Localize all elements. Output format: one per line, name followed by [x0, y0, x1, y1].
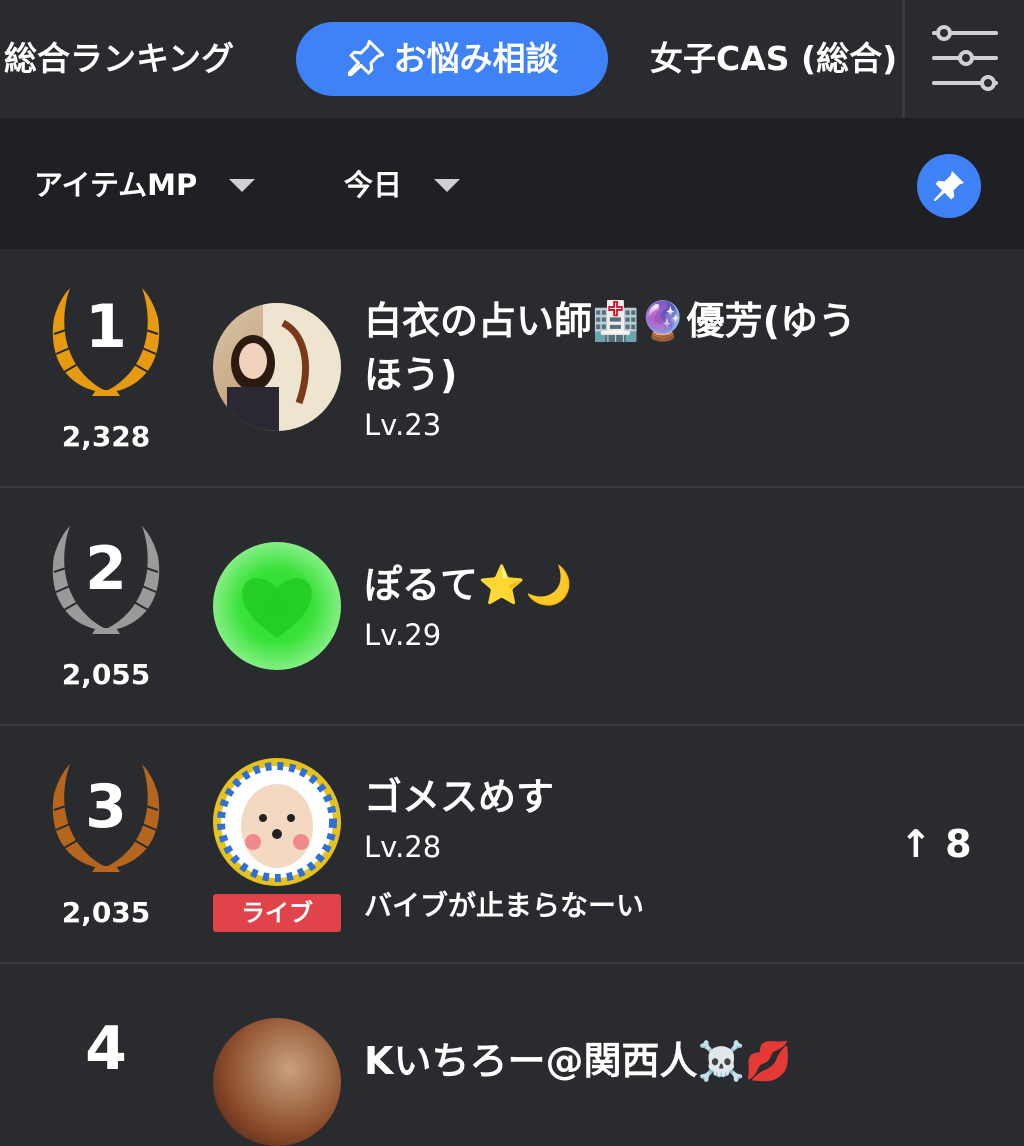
rank-points: 2,328: [61, 420, 151, 453]
metric-dropdown[interactable]: アイテムMP: [34, 121, 256, 249]
user-level: Lv.29: [364, 618, 442, 652]
ranking-row[interactable]: 2 2,055 ぽるて⭐🌙 Lv.29: [0, 488, 1024, 726]
metric-dropdown-label: アイテムMP: [34, 168, 198, 202]
user-name[interactable]: 白衣の占い師🏥🔮優芳(ゆうほう): [364, 294, 884, 402]
rank-number: 2: [85, 534, 127, 604]
ranking-row[interactable]: 4 Kいちろー@関西人☠️💋: [0, 964, 1024, 1146]
avatar[interactable]: [213, 542, 341, 670]
caret-down-icon: [229, 178, 256, 192]
caret-down-icon: [434, 178, 461, 192]
rank-points: 2,035: [61, 896, 151, 929]
live-badge[interactable]: ライブ: [213, 894, 341, 932]
user-name[interactable]: ぽるて⭐🌙: [364, 558, 884, 612]
pin-button[interactable]: [917, 154, 981, 218]
ranking-tab-bar: 総合ランキング お悩み相談 女子CAS (総合): [0, 0, 1024, 121]
period-dropdown-label: 今日: [344, 168, 403, 202]
pin-icon: [347, 39, 384, 76]
ranking-row[interactable]: 1 2,328 白衣の占い師🏥🔮優芳(ゆうほう) Lv.23: [0, 250, 1024, 488]
tab-girls-cas[interactable]: 女子CAS (総合): [650, 22, 897, 96]
period-dropdown[interactable]: 今日: [344, 121, 461, 249]
user-level: Lv.23: [364, 408, 442, 442]
avatar[interactable]: [213, 758, 341, 886]
rank-number: 4: [85, 1014, 127, 1084]
user-comment: バイブが止まらなーい: [364, 889, 645, 922]
avatar-photo: [227, 303, 341, 431]
sliders-icon[interactable]: [930, 22, 1000, 92]
user-name[interactable]: Kいちろー@関西人☠️💋: [364, 1034, 884, 1088]
clover-heart-icon: [242, 578, 312, 638]
tab-consultation[interactable]: お悩み相談: [296, 22, 608, 96]
rank-change-indicator: ↑ 8: [900, 822, 972, 866]
pin-icon: [934, 171, 964, 201]
tab-consultation-label: お悩み相談: [393, 39, 559, 78]
mask-face-icon: [217, 762, 337, 882]
tab-overall-ranking[interactable]: 総合ランキング: [4, 22, 234, 96]
tab-divider: [902, 0, 905, 118]
filter-bar: アイテムMP 今日: [0, 121, 1024, 249]
avatar[interactable]: [213, 1018, 341, 1146]
rank-points: 2,055: [61, 658, 151, 691]
ranking-row[interactable]: 3 2,035 ライブ ゴメスめす Lv.28 バイブが止まらなーい ↑ 8: [0, 726, 1024, 964]
rank-number: 1: [85, 292, 127, 362]
rank-number: 3: [85, 772, 127, 842]
avatar[interactable]: [213, 303, 341, 431]
user-name[interactable]: ゴメスめす: [364, 770, 884, 824]
user-level: Lv.28: [364, 830, 442, 864]
